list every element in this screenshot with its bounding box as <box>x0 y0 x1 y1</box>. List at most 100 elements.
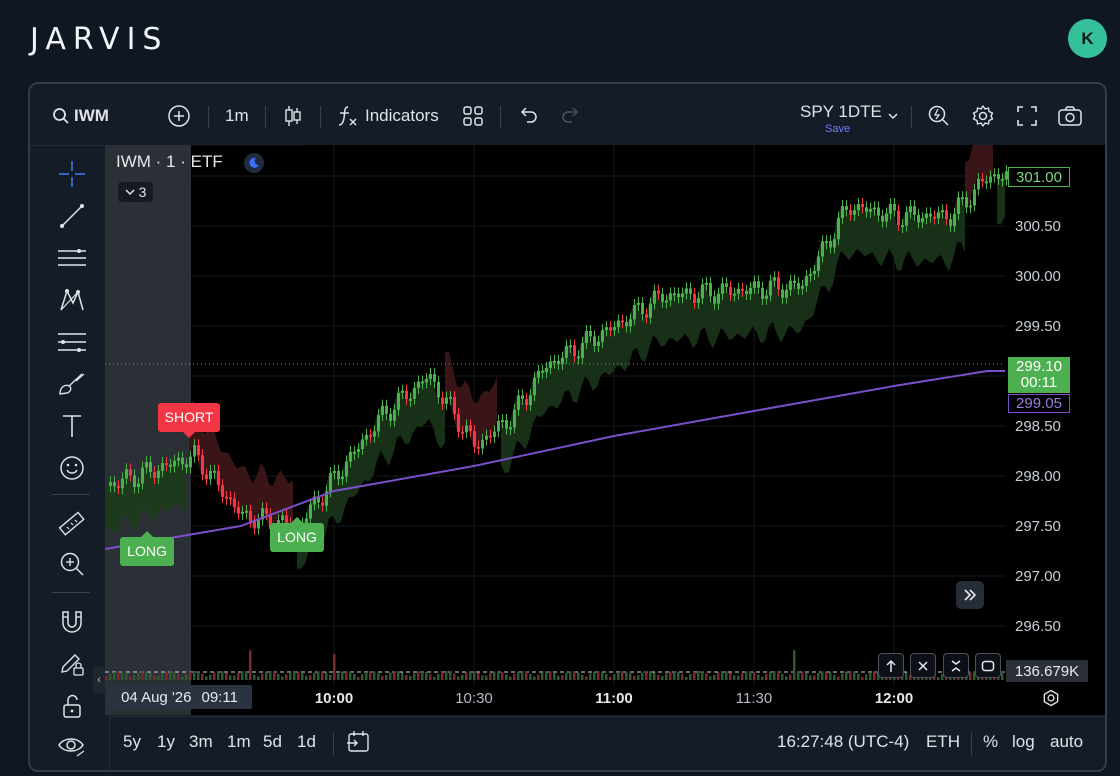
volume-bar <box>873 671 876 680</box>
app-logo[interactable]: JARVIS <box>30 22 168 57</box>
candle-body <box>681 293 684 298</box>
range-1m[interactable]: 1m <box>227 732 251 752</box>
auto-toggle[interactable]: auto <box>1050 732 1083 752</box>
collapse-indicators-button[interactable]: 3 <box>117 181 154 203</box>
candle-body <box>257 519 260 529</box>
candle-body <box>497 420 500 432</box>
range-5y[interactable]: 5y <box>123 732 141 752</box>
remove-pane-button[interactable] <box>910 653 936 678</box>
volume-bar <box>161 673 164 680</box>
screenshot-button[interactable] <box>1057 102 1083 130</box>
save-link[interactable]: Save <box>825 123 850 135</box>
candle-body <box>705 282 708 285</box>
text-tool[interactable] <box>56 410 88 442</box>
collapse-pane-button[interactable] <box>943 653 969 678</box>
goto-date-button[interactable] <box>346 729 372 760</box>
volume-bar <box>757 674 760 680</box>
scroll-to-realtime-button[interactable] <box>956 581 984 609</box>
session-toggle[interactable]: ETH <box>926 732 960 752</box>
hide-drawings-tool[interactable] <box>56 730 88 762</box>
interval-button[interactable]: 1m <box>225 102 249 130</box>
log-toggle[interactable]: log <box>1012 732 1035 752</box>
horizontal-lines-tool[interactable] <box>56 242 88 274</box>
smiley-icon <box>60 456 84 480</box>
candle-body <box>549 361 552 369</box>
volume-bar <box>641 672 644 680</box>
candle-body <box>369 434 372 437</box>
candle-body <box>521 395 524 399</box>
undo-button[interactable] <box>517 102 539 130</box>
range-5d[interactable]: 5d <box>263 732 282 752</box>
volume-bar <box>133 674 136 680</box>
candle-body <box>897 210 900 226</box>
candle-body <box>729 286 732 296</box>
candle-body <box>581 343 584 359</box>
pattern-tool[interactable] <box>56 284 88 316</box>
volume-bar <box>149 672 152 680</box>
maximize-pane-button[interactable] <box>975 653 1001 678</box>
emoji-tool[interactable] <box>56 452 88 484</box>
chart-type-button[interactable] <box>283 102 303 130</box>
layouts-button[interactable] <box>462 102 484 130</box>
fullscreen-button[interactable] <box>1016 102 1038 130</box>
double-chevron-right-icon <box>964 589 977 601</box>
candle-body <box>321 502 324 506</box>
time-axis-label: 10:00 <box>315 690 353 707</box>
redo-button[interactable] <box>560 102 582 130</box>
candle-body <box>605 327 608 331</box>
layout-menu-button[interactable] <box>887 102 899 130</box>
candle-body <box>169 464 172 467</box>
volume-bar <box>273 671 276 680</box>
candle-body <box>249 510 252 522</box>
magnet-tool[interactable] <box>56 606 88 638</box>
crosshair-tool[interactable] <box>56 158 88 190</box>
candle-body <box>913 206 916 215</box>
search-icon <box>53 108 69 124</box>
move-up-button[interactable] <box>878 653 904 678</box>
candle-body <box>245 510 248 513</box>
range-3m[interactable]: 3m <box>189 732 213 752</box>
volume-bar <box>653 672 656 680</box>
volume-bar <box>113 671 116 680</box>
range-1y[interactable]: 1y <box>157 732 175 752</box>
chart-settings-button[interactable] <box>1041 688 1061 713</box>
fib-tool[interactable] <box>56 326 88 358</box>
user-avatar[interactable]: K <box>1068 19 1107 58</box>
percent-toggle[interactable]: % <box>983 732 998 752</box>
collapse-toolbar-button[interactable]: ‹ <box>93 666 105 694</box>
candle-body <box>645 314 648 318</box>
zoom-tool[interactable] <box>56 548 88 580</box>
compare-button[interactable] <box>167 102 191 130</box>
candle-body <box>789 280 792 290</box>
quick-search-button[interactable] <box>927 102 951 130</box>
volume-bar <box>841 673 844 680</box>
candle-body <box>625 321 628 327</box>
trendline-tool[interactable] <box>56 200 88 232</box>
volume-bar <box>845 671 848 680</box>
range-1d[interactable]: 1d <box>297 732 316 752</box>
chart-canvas[interactable]: 300.50300.00299.50299.00298.50298.00297.… <box>105 145 1105 715</box>
measure-tool[interactable] <box>56 508 88 540</box>
candle-body <box>873 207 876 210</box>
clock-readout[interactable]: 16:27:48 (UTC-4) <box>777 732 909 752</box>
volume-bar <box>305 675 308 680</box>
volume-bar <box>501 672 504 680</box>
price-chart[interactable]: 300.50300.00299.50299.00298.50298.00297.… <box>105 145 1105 715</box>
volume-bar <box>821 671 824 680</box>
volume-bar <box>849 671 852 680</box>
volume-bar <box>505 674 508 680</box>
layout-name[interactable]: SPY 1DTE <box>800 102 882 122</box>
volume-bar <box>637 675 640 680</box>
candle-body <box>373 431 376 437</box>
settings-button[interactable] <box>971 102 995 130</box>
symbol-search[interactable]: IWM <box>52 102 109 130</box>
lock-all-tool[interactable] <box>56 690 88 722</box>
volume-bar <box>245 671 248 680</box>
lock-drawing-tool[interactable] <box>56 648 88 680</box>
brush-icon <box>59 373 85 395</box>
indicators-button[interactable]: Indicators <box>337 102 439 130</box>
redo-icon <box>562 107 579 123</box>
brush-tool[interactable] <box>56 368 88 400</box>
volume-bar <box>313 672 316 680</box>
volume-bar <box>205 676 208 680</box>
